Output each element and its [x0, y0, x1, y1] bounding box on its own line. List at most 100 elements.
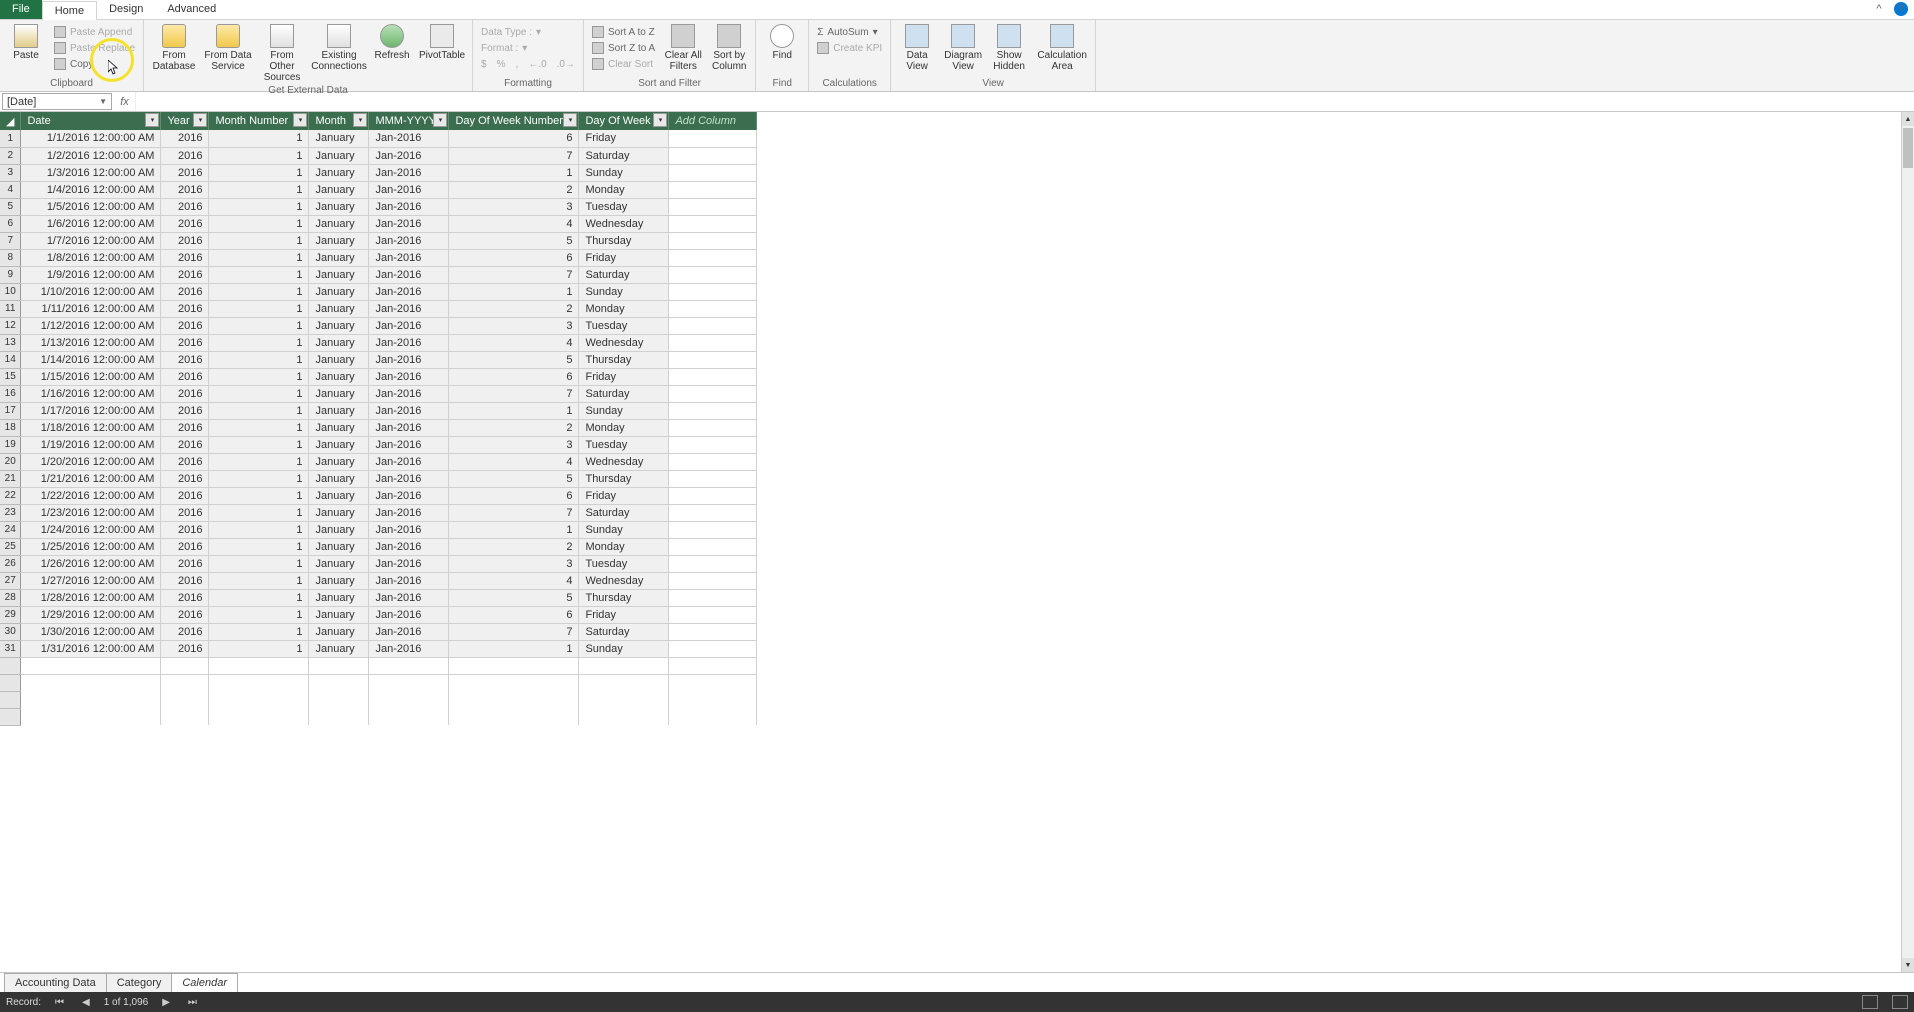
cell-dow-number[interactable]: 1: [449, 521, 579, 538]
fx-icon[interactable]: fx: [114, 92, 136, 111]
cell-dow[interactable]: Thursday: [579, 470, 669, 487]
cell-mmm-yyyy[interactable]: Jan-2016: [369, 555, 449, 572]
cell-date[interactable]: 1/12/2016 12:00:00 AM: [21, 317, 161, 334]
cell-year[interactable]: 2016: [161, 215, 209, 232]
cell-mmm-yyyy[interactable]: Jan-2016: [369, 470, 449, 487]
next-record-button[interactable]: ▶: [158, 997, 174, 1008]
row-number[interactable]: 27: [0, 572, 21, 589]
cell-date[interactable]: 1/16/2016 12:00:00 AM: [21, 385, 161, 402]
chevron-down-icon[interactable]: ▼: [99, 97, 107, 106]
table-row[interactable]: 81/8/2016 12:00:00 AM20161JanuaryJan-201…: [0, 249, 1897, 266]
cell-dow[interactable]: Friday: [579, 606, 669, 623]
cell-dow[interactable]: Saturday: [579, 385, 669, 402]
minimize-ribbon-icon[interactable]: ^: [1872, 2, 1886, 16]
sheet-tab-accounting-data[interactable]: Accounting Data: [4, 973, 107, 992]
cell-dow[interactable]: Wednesday: [579, 215, 669, 232]
cell-year[interactable]: 2016: [161, 368, 209, 385]
cell-month-number[interactable]: 1: [209, 368, 309, 385]
row-number[interactable]: 13: [0, 334, 21, 351]
paste-replace-button[interactable]: Paste Replace: [50, 40, 139, 56]
diagram-view-status-icon[interactable]: [1892, 995, 1908, 1009]
cell-add-column[interactable]: [669, 572, 757, 589]
scroll-thumb[interactable]: [1903, 128, 1913, 168]
cell-dow-number[interactable]: 7: [449, 147, 579, 164]
cell-month[interactable]: January: [309, 572, 369, 589]
table-row[interactable]: 101/10/2016 12:00:00 AM20161JanuaryJan-2…: [0, 283, 1897, 300]
cell-month-number[interactable]: 1: [209, 470, 309, 487]
cell-month-number[interactable]: 1: [209, 589, 309, 606]
cell-add-column[interactable]: [669, 402, 757, 419]
cell-add-column[interactable]: [669, 385, 757, 402]
cell-date[interactable]: 1/31/2016 12:00:00 AM: [21, 640, 161, 657]
row-number[interactable]: 19: [0, 436, 21, 453]
cell-month[interactable]: January: [309, 589, 369, 606]
cell-dow-number[interactable]: 6: [449, 606, 579, 623]
cell-month-number[interactable]: 1: [209, 147, 309, 164]
cell-add-column[interactable]: [669, 181, 757, 198]
table-row[interactable]: 261/26/2016 12:00:00 AM20161JanuaryJan-2…: [0, 555, 1897, 572]
name-box[interactable]: [Date] ▼: [2, 93, 112, 110]
cell-date[interactable]: 1/2/2016 12:00:00 AM: [21, 147, 161, 164]
cell-month[interactable]: January: [309, 198, 369, 215]
row-number[interactable]: 25: [0, 538, 21, 555]
cell-month-number[interactable]: 1: [209, 572, 309, 589]
cell-year[interactable]: 2016: [161, 232, 209, 249]
filter-icon[interactable]: ▾: [293, 113, 307, 127]
cell-month[interactable]: January: [309, 249, 369, 266]
cell-dow[interactable]: Saturday: [579, 147, 669, 164]
from-database-button[interactable]: From Database: [148, 22, 200, 74]
cell-mmm-yyyy[interactable]: Jan-2016: [369, 572, 449, 589]
cell-dow-number[interactable]: 3: [449, 317, 579, 334]
cell-add-column[interactable]: [669, 300, 757, 317]
cell-date[interactable]: 1/23/2016 12:00:00 AM: [21, 504, 161, 521]
cell-date[interactable]: 1/14/2016 12:00:00 AM: [21, 351, 161, 368]
row-number[interactable]: 7: [0, 232, 21, 249]
cell-dow[interactable]: Thursday: [579, 351, 669, 368]
cell-month[interactable]: January: [309, 147, 369, 164]
cell-add-column[interactable]: [669, 130, 757, 147]
cell-month[interactable]: January: [309, 487, 369, 504]
cell-dow[interactable]: Wednesday: [579, 572, 669, 589]
cell-month[interactable]: January: [309, 453, 369, 470]
cell-add-column[interactable]: [669, 487, 757, 504]
cell-date[interactable]: 1/8/2016 12:00:00 AM: [21, 249, 161, 266]
cell-mmm-yyyy[interactable]: Jan-2016: [369, 147, 449, 164]
cell-mmm-yyyy[interactable]: Jan-2016: [369, 606, 449, 623]
cell-dow[interactable]: Tuesday: [579, 198, 669, 215]
cell-year[interactable]: 2016: [161, 300, 209, 317]
cell-dow-number[interactable]: 1: [449, 402, 579, 419]
cell-year[interactable]: 2016: [161, 249, 209, 266]
row-number[interactable]: 16: [0, 385, 21, 402]
table-row[interactable]: 161/16/2016 12:00:00 AM20161JanuaryJan-2…: [0, 385, 1897, 402]
cell-year[interactable]: 2016: [161, 487, 209, 504]
cell-mmm-yyyy[interactable]: Jan-2016: [369, 130, 449, 147]
cell-month-number[interactable]: 1: [209, 283, 309, 300]
table-row[interactable]: 251/25/2016 12:00:00 AM20161JanuaryJan-2…: [0, 538, 1897, 555]
help-icon[interactable]: ?: [1894, 2, 1908, 16]
cell-dow[interactable]: Tuesday: [579, 555, 669, 572]
row-number[interactable]: 12: [0, 317, 21, 334]
cell-month[interactable]: January: [309, 130, 369, 147]
cell-dow[interactable]: Friday: [579, 368, 669, 385]
cell-dow[interactable]: Monday: [579, 419, 669, 436]
cell-add-column[interactable]: [669, 521, 757, 538]
cell-month-number[interactable]: 1: [209, 232, 309, 249]
prev-record-button[interactable]: ◀: [78, 997, 94, 1008]
cell-add-column[interactable]: [669, 419, 757, 436]
column-header-dow[interactable]: Day Of Week▾: [579, 112, 669, 130]
diagram-view-button[interactable]: Diagram View: [941, 22, 985, 74]
cell-date[interactable]: 1/28/2016 12:00:00 AM: [21, 589, 161, 606]
cell-mmm-yyyy[interactable]: Jan-2016: [369, 589, 449, 606]
cell-date[interactable]: 1/25/2016 12:00:00 AM: [21, 538, 161, 555]
cell-dow-number[interactable]: 1: [449, 283, 579, 300]
row-number[interactable]: 18: [0, 419, 21, 436]
row-number[interactable]: 14: [0, 351, 21, 368]
cell-mmm-yyyy[interactable]: Jan-2016: [369, 215, 449, 232]
cell-dow-number[interactable]: 7: [449, 385, 579, 402]
cell-add-column[interactable]: [669, 215, 757, 232]
first-record-button[interactable]: ⏮: [51, 997, 68, 1008]
table-row[interactable]: 301/30/2016 12:00:00 AM20161JanuaryJan-2…: [0, 623, 1897, 640]
from-other-sources-button[interactable]: From Other Sources: [256, 22, 308, 85]
cell-dow-number[interactable]: 1: [449, 640, 579, 657]
row-number[interactable]: 29: [0, 606, 21, 623]
